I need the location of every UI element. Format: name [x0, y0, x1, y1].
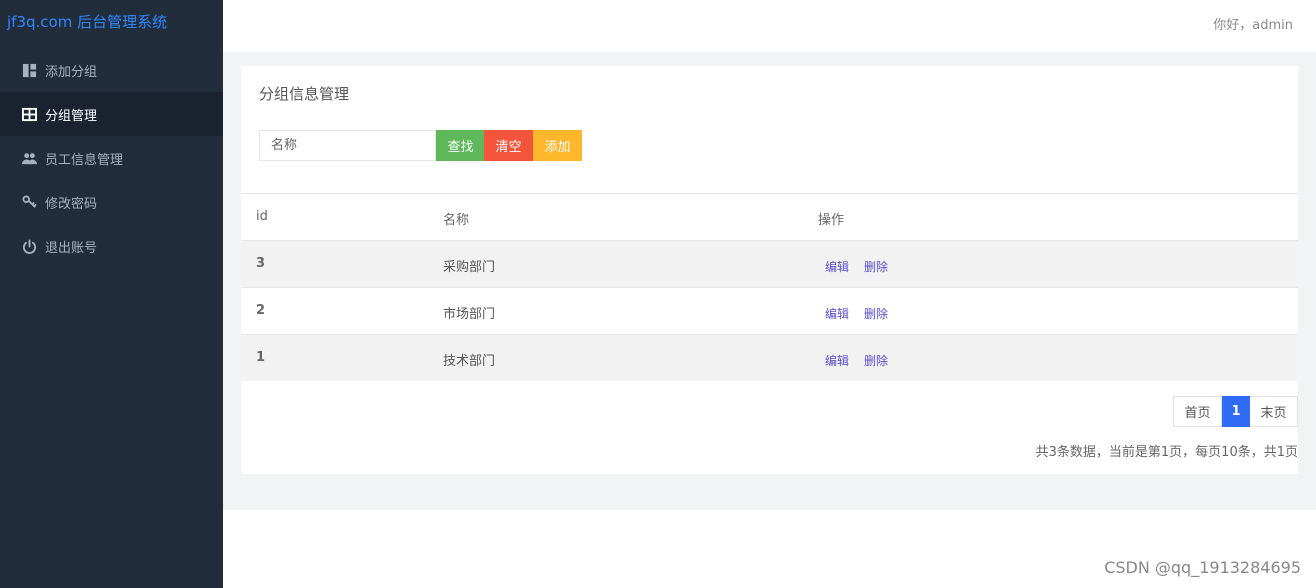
edit-link[interactable]: 编辑: [825, 258, 849, 275]
delete-link[interactable]: 删除: [864, 258, 888, 275]
row-id: 3: [256, 256, 266, 271]
clear-button[interactable]: 清空: [484, 130, 533, 161]
pagination-info: 共3条数据，当前是第1页，每页10条，共1页: [1035, 445, 1298, 460]
search-input[interactable]: [259, 130, 436, 161]
sidebar-item-label: 修改密码: [45, 196, 98, 212]
table-row: 3 采购部门 编辑 删除: [241, 240, 1298, 287]
page-title: 分组信息管理: [259, 85, 350, 103]
watermark: CSDN @qq_1913284695: [1104, 558, 1301, 577]
table-icon: [22, 107, 37, 122]
delete-link[interactable]: 删除: [864, 352, 888, 369]
sidebar-item-label: 分组管理: [45, 108, 98, 124]
row-name: 采购部门: [443, 260, 496, 275]
edit-link[interactable]: 编辑: [825, 305, 849, 322]
table-row: 1 技术部门 编辑 删除: [241, 334, 1298, 381]
current-page-button[interactable]: 1: [1222, 396, 1250, 427]
column-header-name: 名称: [443, 213, 470, 228]
table-header-row: id 名称 操作: [241, 193, 1298, 240]
sidebar-item-group-manage[interactable]: 分组管理: [0, 92, 223, 136]
pagination: 首页 1 末页: [1173, 396, 1298, 427]
group-info-panel: 分组信息管理 查找 清空 添加 id 名称 操作 3 采购部门 编辑 删除 2 …: [241, 66, 1298, 474]
table-row: 2 市场部门 编辑 删除: [241, 287, 1298, 334]
sidebar-item-add-group[interactable]: 添加分组: [0, 48, 223, 92]
users-icon: [22, 151, 37, 166]
sidebar-item-change-password[interactable]: 修改密码: [0, 180, 223, 224]
sidebar-item-logout[interactable]: 退出账号: [0, 224, 223, 268]
sidebar-item-label: 员工信息管理: [45, 152, 124, 168]
user-greeting[interactable]: 你好，admin: [1213, 14, 1293, 33]
add-button[interactable]: 添加: [533, 130, 582, 161]
key-icon: [22, 194, 37, 210]
row-id: 2: [256, 303, 266, 318]
sidebar-item-label: 退出账号: [45, 240, 98, 256]
delete-link[interactable]: 删除: [864, 305, 888, 322]
search-button[interactable]: 查找: [436, 130, 485, 161]
top-header: 你好，admin: [223, 0, 1316, 52]
sidebar: jf3q.com 后台管理系统 添加分组 分组管理 员工信息管理 修改密码 退出…: [0, 0, 223, 588]
sidebar-item-staff-info[interactable]: 员工信息管理: [0, 136, 223, 180]
row-id: 1: [256, 350, 266, 365]
column-header-actions: 操作: [818, 213, 845, 228]
column-header-id: id: [256, 209, 268, 224]
row-name: 市场部门: [443, 307, 496, 322]
group-table: id 名称 操作 3 采购部门 编辑 删除 2 市场部门 编辑 删除 1 技术部…: [241, 193, 1298, 381]
row-name: 技术部门: [443, 354, 496, 369]
power-icon: [22, 238, 37, 254]
first-page-button[interactable]: 首页: [1173, 396, 1222, 427]
dashboard-icon: [22, 63, 37, 78]
edit-link[interactable]: 编辑: [825, 352, 849, 369]
sidebar-item-label: 添加分组: [45, 64, 98, 80]
last-page-button[interactable]: 末页: [1250, 396, 1298, 427]
app-title: jf3q.com 后台管理系统: [7, 13, 168, 31]
